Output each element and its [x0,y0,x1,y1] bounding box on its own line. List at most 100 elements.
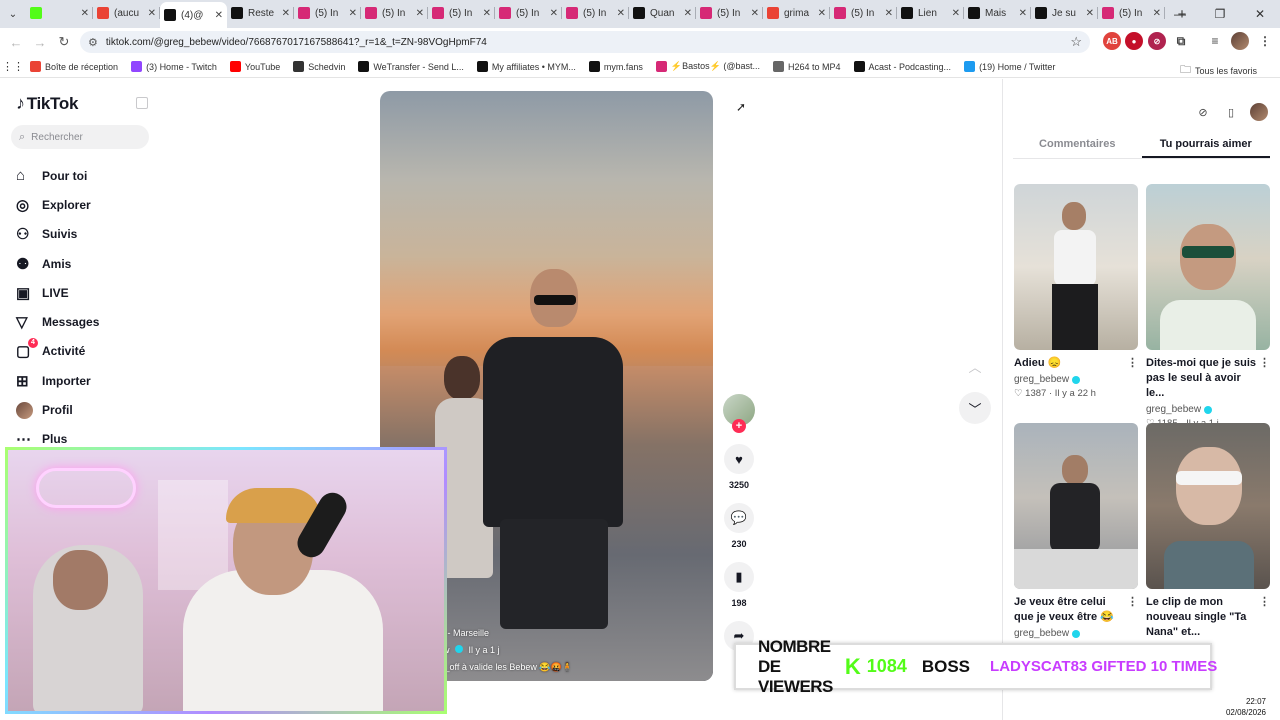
close-tab-icon[interactable]: ✕ [818,8,826,19]
bookmark-item[interactable]: H264 to MP4 [772,61,841,72]
bookmark-item[interactable]: My affiliates • MYM... [476,61,576,72]
close-tab-icon[interactable]: ✕ [952,8,960,19]
more-options-icon[interactable]: ⋮ [1127,356,1138,371]
close-tab-icon[interactable]: ✕ [617,8,625,19]
media-controls-icon[interactable]: ≡ [1206,32,1224,50]
back-icon[interactable]: ← [4,30,28,54]
browser-tab[interactable]: Reste ✕ [227,2,294,24]
browser-tab[interactable]: (4)@ ✕ [160,2,227,28]
bookmark-star-icon[interactable]: ☆ [1070,34,1082,50]
suggestion-thumbnail[interactable] [1014,184,1138,350]
restore-icon[interactable]: ❐ [1200,0,1240,28]
more-options-icon[interactable]: ⋮ [1127,595,1138,610]
browser-tab[interactable]: (5) In ✕ [294,2,361,24]
bookmark-item[interactable]: Acast - Podcasting... [853,61,951,72]
browser-tab[interactable]: Quan ✕ [629,2,696,24]
browser-tab[interactable]: (5) In ✕ [495,2,562,24]
block-extension-icon[interactable]: ⊘ [1148,32,1166,50]
bookmark-item[interactable]: (3) Home - Twitch [131,61,217,72]
comment-icon[interactable]: 💬 [724,503,754,533]
suggestion-thumbnail[interactable] [1146,423,1270,589]
browser-tab[interactable]: ✕ [26,2,93,24]
close-tab-icon[interactable]: ✕ [215,10,223,21]
tab-comments[interactable]: Commentaires [1013,133,1142,158]
suggestion-thumbnail[interactable] [1014,423,1138,589]
comment-action[interactable]: 💬 230 [723,503,755,549]
browser-tab[interactable]: (5) In ✕ [562,2,629,24]
browser-tab[interactable]: (aucu ✕ [93,2,160,24]
close-tab-icon[interactable]: ✕ [148,8,156,19]
more-options-icon[interactable]: ⋮ [1259,356,1270,371]
adblock-extension-icon[interactable]: AB [1103,32,1121,50]
browser-menu-icon[interactable]: ⋮ [1256,32,1274,50]
bookmark-item[interactable]: WeTransfer - Send L... [358,61,464,72]
browser-profile-avatar[interactable] [1231,32,1249,50]
minimize-icon[interactable]: — [1160,0,1200,28]
browser-tab[interactable]: (5) In ✕ [830,2,897,24]
sidebar-item-importer[interactable]: ⊞ Importer [16,366,166,395]
browser-tab[interactable]: Lien ✕ [897,2,964,24]
sidebar-item-activit[interactable]: ▢ 4 Activité [16,337,166,366]
tiktok-logo[interactable]: ♪ TikTok [16,93,78,114]
suggestion-card[interactable]: Dites-moi que je suis pas le seul à avoi… [1146,184,1270,429]
bookmark-item[interactable]: (19) Home / Twitter [964,61,1055,72]
forward-icon[interactable]: → [28,30,52,54]
address-bar[interactable]: ⚙ tiktok.com/@greg_bebew/video/766876701… [80,31,1090,53]
bookmark-item[interactable]: Schedvin [293,61,345,72]
bookmark-item[interactable]: ⚡Bastos⚡ (@bast... [655,61,760,72]
suggestion-card[interactable]: Adieu 😞 ⋮ greg_bebew ♡ 1387 · Il y a 22 h [1014,184,1138,399]
browser-tab[interactable]: (5) In ✕ [1098,2,1165,24]
all-bookmarks[interactable]: 🗀 Tous les favoris [1180,61,1257,80]
close-tab-icon[interactable]: ✕ [483,8,491,19]
sidebar-item-pourtoi[interactable]: ⌂ Pour toi [16,161,166,190]
suggestion-author[interactable]: greg_bebew [1146,404,1201,415]
tab-suggestions[interactable]: Tu pourrais aimer [1141,133,1270,158]
red-extension-icon[interactable]: ● [1125,32,1143,50]
user-avatar[interactable] [1250,103,1268,121]
site-info-icon[interactable]: ⚙ [88,36,98,49]
close-tab-icon[interactable]: ✕ [81,8,89,19]
extensions-puzzle-icon[interactable]: ⧉ [1172,32,1190,50]
sidebar-item-suivis[interactable]: ⚇ Suivis [16,220,166,249]
more-options-icon[interactable]: ⋮ [1259,595,1270,610]
reload-icon[interactable]: ↻ [52,30,76,54]
sidebar-item-amis[interactable]: ⚉ Amis [16,249,166,278]
suggestion-card[interactable]: Le clip de mon nouveau single "Ta Nana" … [1146,423,1270,654]
bookmark-item[interactable]: Boîte de réception [30,61,118,72]
save-action[interactable]: ▮ 198 [723,562,755,608]
browser-tab[interactable]: (5) In ✕ [696,2,763,24]
browser-tab[interactable]: (5) In ✕ [428,2,495,24]
suggestion-card[interactable]: Je veux être celui que je veux être 😂 ⋮ g… [1014,423,1138,639]
close-tab-icon[interactable]: ✕ [282,8,290,19]
collapse-sidebar-icon[interactable] [136,97,148,109]
previous-video-chevron-up-icon[interactable]: ︿ [959,350,991,382]
bookmark-icon[interactable]: ▮ [724,562,754,592]
browser-tab[interactable]: Je su ✕ [1031,2,1098,24]
like-action[interactable]: ♥ 3250 [723,444,755,490]
taskbar-clock[interactable]: 22:07 02/08/2026 [1226,696,1266,718]
sidebar-item-explorer[interactable]: ◎ Explorer [16,190,166,219]
device-icon[interactable]: ▯ [1222,103,1240,121]
tab-search-chevron-icon[interactable]: ⌄ [0,0,26,28]
close-tab-icon[interactable]: ✕ [416,8,424,19]
heart-icon[interactable]: ♥ [724,444,754,474]
close-tab-icon[interactable]: ✕ [751,8,759,19]
close-window-icon[interactable]: ✕ [1240,0,1280,28]
sidebar-item-live[interactable]: ▣ LIVE [16,278,166,307]
browser-tab[interactable]: grima ✕ [763,2,830,24]
sidebar-item-messages[interactable]: ▽ Messages [16,307,166,336]
browser-tab[interactable]: Mais ✕ [964,2,1031,24]
suggestion-thumbnail[interactable] [1146,184,1270,350]
suggestion-author[interactable]: greg_bebew [1014,628,1069,639]
explore-compass-icon[interactable]: ⊘ [1194,103,1212,121]
apps-grid-icon[interactable]: ⋮⋮ [0,60,26,73]
next-video-chevron-down-icon[interactable]: ﹀ [959,392,991,424]
search-input[interactable]: ⌕ Rechercher [11,125,149,149]
close-tab-icon[interactable]: ✕ [885,8,893,19]
sidebar-item-profil[interactable]: Profil [16,395,166,424]
follow-plus-icon[interactable]: + [732,419,746,433]
close-tab-icon[interactable]: ✕ [550,8,558,19]
browser-tab[interactable]: (5) In ✕ [361,2,428,24]
close-tab-icon[interactable]: ✕ [349,8,357,19]
bookmark-item[interactable]: YouTube [229,61,280,72]
